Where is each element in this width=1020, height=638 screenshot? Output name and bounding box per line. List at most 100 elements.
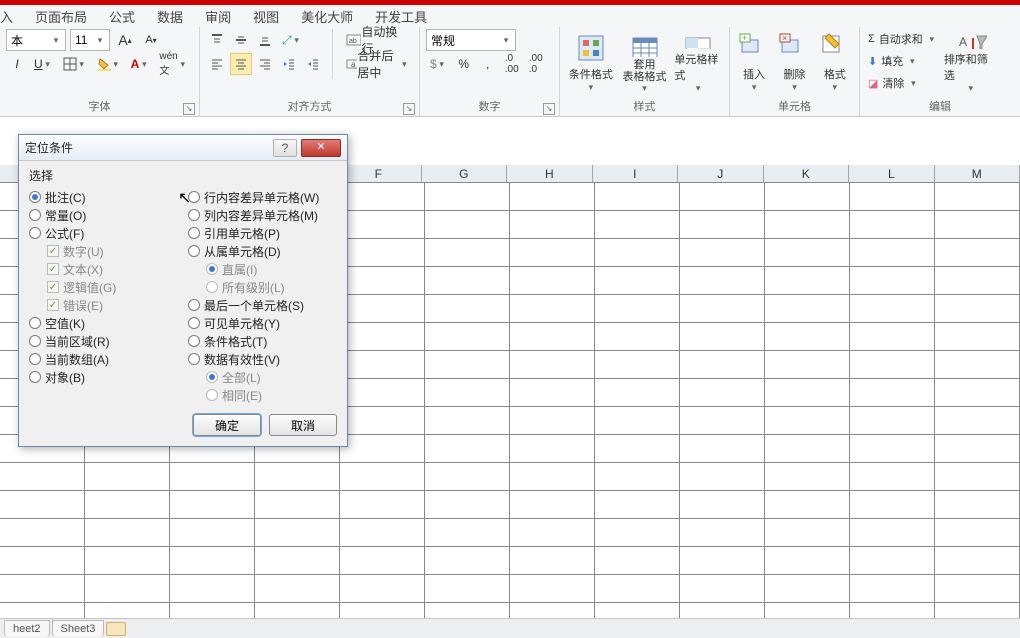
- cell[interactable]: [255, 491, 340, 519]
- cell[interactable]: [425, 491, 510, 519]
- font-color-button[interactable]: A▾: [127, 53, 154, 75]
- cell[interactable]: [935, 435, 1020, 463]
- cell[interactable]: [765, 575, 850, 603]
- cell[interactable]: [935, 351, 1020, 379]
- cell[interactable]: [935, 211, 1020, 239]
- cell[interactable]: [170, 575, 255, 603]
- align-right-button[interactable]: [254, 53, 276, 75]
- cell[interactable]: [425, 267, 510, 295]
- cell[interactable]: [255, 463, 340, 491]
- cell[interactable]: [510, 491, 595, 519]
- percent-button[interactable]: %: [453, 53, 475, 75]
- cell[interactable]: [510, 379, 595, 407]
- cell[interactable]: [765, 351, 850, 379]
- cell[interactable]: [850, 463, 935, 491]
- cell[interactable]: [170, 491, 255, 519]
- currency-button[interactable]: $▾: [426, 53, 451, 75]
- menu-tab[interactable]: 数据: [157, 7, 183, 26]
- cell[interactable]: [680, 267, 765, 295]
- cell[interactable]: [340, 491, 425, 519]
- cell[interactable]: [170, 519, 255, 547]
- cell[interactable]: [680, 295, 765, 323]
- column-header[interactable]: J: [678, 165, 764, 183]
- cell[interactable]: [765, 239, 850, 267]
- cell[interactable]: [340, 575, 425, 603]
- radio[interactable]: [188, 299, 200, 311]
- sort-filter-button[interactable]: AZ 排序和筛选▾: [943, 29, 999, 95]
- cell[interactable]: [425, 407, 510, 435]
- dialog-option[interactable]: 数据有效性(V): [188, 350, 337, 368]
- cell[interactable]: [595, 407, 680, 435]
- cell[interactable]: [850, 351, 935, 379]
- cell[interactable]: [255, 575, 340, 603]
- cell[interactable]: [935, 407, 1020, 435]
- cell[interactable]: [425, 519, 510, 547]
- radio[interactable]: [188, 209, 200, 221]
- cell[interactable]: [850, 323, 935, 351]
- cell[interactable]: [595, 351, 680, 379]
- border-button[interactable]: ▾: [59, 53, 91, 75]
- dialog-launcher-icon[interactable]: ↘: [403, 103, 415, 115]
- cell[interactable]: [85, 491, 170, 519]
- cell[interactable]: [85, 575, 170, 603]
- cell[interactable]: [340, 435, 425, 463]
- cell[interactable]: [935, 183, 1020, 211]
- cell[interactable]: [935, 295, 1020, 323]
- conditional-format-button[interactable]: 条件格式▾: [566, 29, 616, 95]
- cell[interactable]: [765, 267, 850, 295]
- comma-button[interactable]: ,: [477, 53, 499, 75]
- cell[interactable]: [595, 547, 680, 575]
- italic-button[interactable]: I: [6, 53, 28, 75]
- radio[interactable]: [188, 191, 200, 203]
- cell[interactable]: [765, 183, 850, 211]
- cell[interactable]: [935, 267, 1020, 295]
- close-button[interactable]: ✕: [301, 139, 341, 157]
- cell[interactable]: [340, 379, 425, 407]
- new-sheet-button[interactable]: [106, 622, 126, 636]
- align-bottom-button[interactable]: [254, 29, 276, 51]
- cell[interactable]: [765, 547, 850, 575]
- dialog-option[interactable]: 条件格式(T): [188, 332, 337, 350]
- insert-button[interactable]: + 插入▾: [736, 29, 772, 95]
- cell[interactable]: [595, 379, 680, 407]
- format-button[interactable]: 格式▾: [817, 29, 853, 95]
- cell[interactable]: [850, 575, 935, 603]
- cell[interactable]: [340, 407, 425, 435]
- cell[interactable]: [680, 183, 765, 211]
- column-header[interactable]: G: [422, 165, 508, 183]
- cell[interactable]: [850, 239, 935, 267]
- align-left-button[interactable]: [206, 53, 228, 75]
- column-header[interactable]: I: [593, 165, 679, 183]
- cell[interactable]: [680, 435, 765, 463]
- cell[interactable]: [170, 547, 255, 575]
- cell[interactable]: [425, 183, 510, 211]
- cell[interactable]: [850, 183, 935, 211]
- cell[interactable]: [765, 295, 850, 323]
- cell[interactable]: [425, 435, 510, 463]
- menu-tab[interactable]: 页面布局: [35, 7, 87, 26]
- radio[interactable]: [29, 353, 41, 365]
- delete-button[interactable]: × 删除▾: [776, 29, 812, 95]
- cell[interactable]: [0, 519, 85, 547]
- cell[interactable]: [340, 211, 425, 239]
- cell[interactable]: [680, 239, 765, 267]
- autosum-button[interactable]: Σ自动求和▾: [866, 29, 939, 49]
- cell[interactable]: [340, 323, 425, 351]
- column-header[interactable]: M: [935, 165, 1020, 183]
- font-size-combo[interactable]: 11▾: [70, 29, 110, 51]
- cell[interactable]: [425, 547, 510, 575]
- cell[interactable]: [425, 351, 510, 379]
- menu-tab[interactable]: 审阅: [205, 7, 231, 26]
- cell[interactable]: [595, 295, 680, 323]
- cell[interactable]: [340, 183, 425, 211]
- cell[interactable]: [850, 519, 935, 547]
- cell[interactable]: [510, 323, 595, 351]
- cell[interactable]: [510, 547, 595, 575]
- cell[interactable]: [765, 491, 850, 519]
- cell[interactable]: [935, 519, 1020, 547]
- dialog-option[interactable]: 行内容差异单元格(W): [188, 188, 337, 206]
- cell[interactable]: [510, 407, 595, 435]
- cell[interactable]: [425, 379, 510, 407]
- increase-decimal-button[interactable]: .0.00: [501, 53, 523, 75]
- align-center-button[interactable]: [230, 53, 252, 75]
